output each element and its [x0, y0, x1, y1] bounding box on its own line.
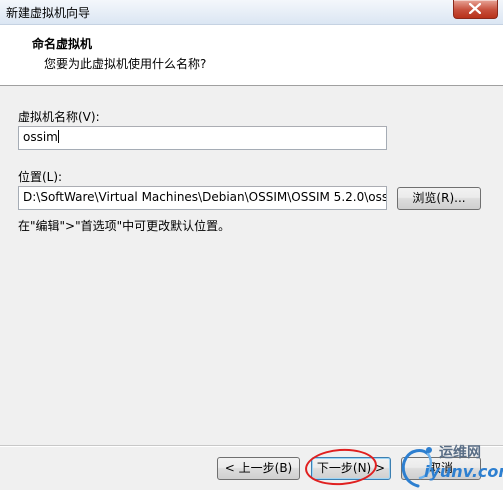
location-hint: 在"编辑">"首选项"中可更改默认位置。	[18, 219, 231, 233]
back-button[interactable]: < 上一步(B)	[217, 457, 300, 480]
close-button[interactable]	[453, 0, 498, 19]
watermark-text: 运维网	[439, 445, 481, 461]
close-icon	[469, 3, 481, 14]
wizard-header: 命名虚拟机 您要为此虚拟机使用什么名称?	[0, 25, 503, 86]
location-input[interactable]: D:\SoftWare\Virtual Machines\Debian\OSSI…	[18, 186, 387, 210]
watermark-url: iyunv.com	[424, 462, 503, 481]
window-title: 新建虚拟机向导	[6, 6, 91, 20]
page-subtitle: 您要为此虚拟机使用什么名称?	[44, 57, 207, 71]
vm-name-value: ossim	[23, 130, 58, 144]
title-bar: 新建虚拟机向导	[0, 0, 503, 25]
red-annotation-circle	[303, 446, 379, 488]
wizard-window: 新建虚拟机向导 命名虚拟机 您要为此虚拟机使用什么名称? 虚拟机名称(V): o…	[0, 0, 503, 490]
browse-button[interactable]: 浏览(R)...	[397, 187, 481, 210]
vm-name-label: 虚拟机名称(V):	[18, 110, 100, 124]
text-caret	[57, 130, 59, 143]
watermark-logo: 运维网 iyunv.com	[398, 440, 503, 490]
location-label: 位置(L):	[18, 170, 63, 184]
vm-name-input[interactable]: ossim	[18, 126, 387, 150]
page-title: 命名虚拟机	[32, 37, 93, 51]
